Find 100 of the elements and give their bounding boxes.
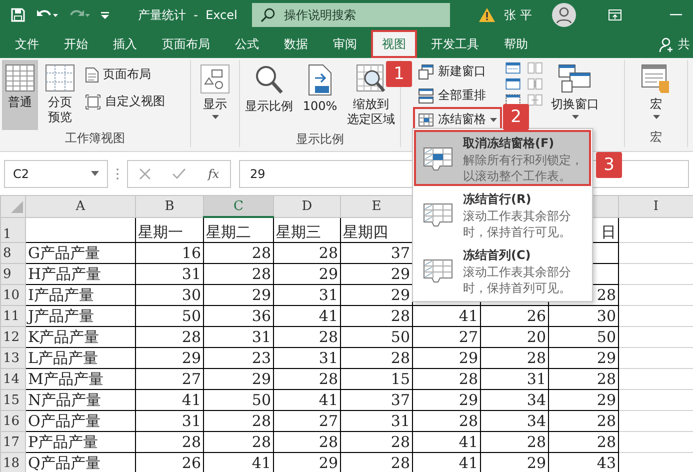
- cell-text: 28: [252, 265, 271, 283]
- ribbon-tab[interactable]: 数据: [273, 30, 319, 58]
- cell-text: 31: [526, 370, 546, 388]
- minimize-icon[interactable]: [670, 14, 682, 16]
- cell-text: 28: [526, 349, 546, 367]
- cell-text: 28: [252, 244, 271, 262]
- row-header[interactable]: 11: [0, 306, 26, 326]
- freeze-panes-button[interactable]: 冻结窗格: [415, 109, 500, 130]
- cell-text: 27: [318, 412, 338, 430]
- ribbon-tab[interactable]: 视图: [371, 30, 417, 58]
- check-icon[interactable]: [172, 168, 186, 180]
- search-icon: [260, 7, 276, 23]
- column-header[interactable]: D: [274, 196, 340, 217]
- menu-item[interactable]: 冻结首行(R) 滚动工作表其余部分 时，保持首行可见。: [415, 187, 590, 241]
- share-icon[interactable]: [659, 36, 675, 52]
- row-header[interactable]: 16: [0, 410, 26, 432]
- cell-text: N产品产量: [28, 390, 102, 408]
- cell-text: 星期四: [343, 223, 388, 241]
- row-header[interactable]: 15: [0, 390, 26, 410]
- drag-handle-icon[interactable]: [116, 168, 119, 180]
- cell-text: 28: [390, 433, 410, 451]
- cell-text: 28: [318, 433, 338, 451]
- cell-text: 41: [318, 307, 338, 325]
- macros-button[interactable]: 宏: [638, 60, 674, 123]
- cell-text: 28: [252, 412, 271, 430]
- menu-item[interactable]: 取消冻结窗格(F) 解除所有行和列锁定， 以滚动整个工作表。: [415, 131, 590, 185]
- cell-text: K产品产量: [28, 328, 100, 346]
- cell-text: 28: [390, 349, 410, 367]
- cell-text: 29: [458, 349, 478, 367]
- ribbon-tab[interactable]: 开始: [53, 30, 99, 58]
- windows-stack-icon: [558, 64, 592, 94]
- user-name[interactable]: 张 平: [504, 6, 532, 24]
- warning-icon[interactable]: [478, 7, 496, 23]
- column-header[interactable]: B: [136, 196, 204, 217]
- new-window-button[interactable]: 新建窗口: [415, 61, 500, 82]
- cell-text: 26: [526, 307, 546, 325]
- cell-text: 29: [318, 454, 338, 472]
- name-box[interactable]: C2: [4, 160, 108, 188]
- ribbon-display-icon[interactable]: [608, 9, 622, 21]
- ribbon-tab[interactable]: 开发工具: [420, 30, 490, 58]
- ribbon-tab[interactable]: 帮助: [493, 30, 539, 58]
- ribbon-tab[interactable]: 插入: [102, 30, 148, 58]
- cell-text: 29: [318, 265, 338, 283]
- cell-text: 41: [458, 454, 478, 472]
- hide-window-icon[interactable]: [504, 78, 522, 90]
- cell-text: 28: [318, 328, 338, 346]
- caret-icon: [212, 115, 218, 119]
- avatar-icon[interactable]: [552, 3, 576, 27]
- cell-text: 星期一: [138, 223, 183, 241]
- cell-text: Q产品产量: [28, 454, 100, 472]
- insert-function-button[interactable]: fx: [208, 166, 220, 180]
- page-grid-icon: [45, 64, 75, 92]
- page-layout-button[interactable]: 页面布局: [82, 64, 168, 85]
- cell-text: 29: [526, 454, 546, 472]
- split-icon[interactable]: [504, 62, 522, 74]
- menu-item-title: 取消冻结窗格(F): [463, 135, 556, 152]
- row-header[interactable]: 18: [0, 452, 26, 472]
- show-button[interactable]: 显示: [197, 60, 233, 123]
- column-header[interactable]: A: [26, 196, 136, 217]
- row-header[interactable]: 8: [0, 242, 26, 264]
- row-header[interactable]: 14: [0, 368, 26, 390]
- column-header[interactable]: E: [340, 196, 412, 217]
- zoom-100-button[interactable]: 100%: [300, 60, 340, 118]
- custom-views-button[interactable]: 自定义视图: [82, 91, 168, 112]
- share-label[interactable]: 共: [678, 36, 690, 53]
- customize-icon[interactable]: [100, 9, 110, 21]
- page-icon: [85, 66, 99, 82]
- cell-text: 星期二: [206, 223, 251, 241]
- zoom-button[interactable]: 显示比例: [242, 60, 296, 118]
- row-header[interactable]: 10: [0, 284, 26, 306]
- unhide-window-icon[interactable]: [504, 94, 522, 106]
- group-label: 宏: [650, 129, 662, 146]
- cell-text: 28: [596, 433, 616, 451]
- cell-text: 31: [182, 412, 201, 430]
- row-header[interactable]: 12: [0, 326, 26, 348]
- switch-windows-button[interactable]: 切换窗口: [548, 60, 602, 123]
- cell-text: 27: [182, 370, 201, 388]
- caret-icon: [572, 115, 578, 119]
- search-field[interactable]: 操作说明搜索: [252, 3, 450, 27]
- save-icon[interactable]: [10, 7, 26, 23]
- arrange-all-button[interactable]: 全部重排: [415, 85, 500, 106]
- row-header[interactable]: 1: [0, 217, 26, 242]
- ribbon-tab[interactable]: 公式: [224, 30, 270, 58]
- windows-icon: [418, 88, 434, 104]
- cell-text: 41: [252, 454, 271, 472]
- step-badge: 3: [596, 152, 622, 178]
- normal-view-button[interactable]: 普通: [2, 60, 38, 130]
- row-header[interactable]: 13: [0, 348, 26, 368]
- cell-text: 28: [390, 307, 410, 325]
- cell-text: 41: [182, 391, 201, 409]
- page-break-preview-button[interactable]: 分页预览: [42, 60, 78, 129]
- ribbon-tab[interactable]: 页面布局: [151, 30, 221, 58]
- column-header[interactable]: C: [204, 196, 274, 217]
- menu-item[interactable]: 冻结首列(C) 滚动工作表其余部分 时，保持首列可见。: [415, 243, 590, 297]
- row-header[interactable]: 9: [0, 264, 26, 284]
- ribbon-tab[interactable]: 审阅: [322, 30, 368, 58]
- row-header[interactable]: 17: [0, 432, 26, 452]
- ribbon-tab[interactable]: 文件: [4, 30, 50, 58]
- column-header[interactable]: I: [618, 196, 693, 217]
- cell-text: 29: [252, 370, 271, 388]
